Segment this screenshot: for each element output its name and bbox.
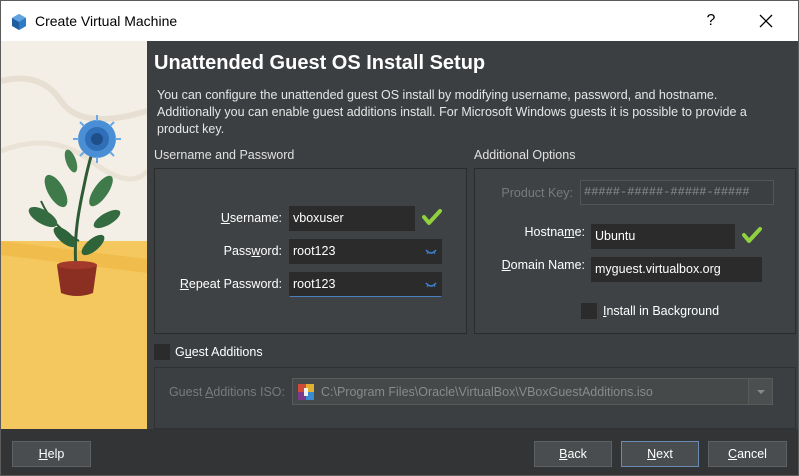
create-vm-dialog: Create Virtual Machine ? Unattended Gues… — [0, 0, 799, 476]
additional-options-group-title: Additional Options — [474, 148, 576, 162]
guest-additions-group: Guest Additions ISO: C:\Program Files\Or… — [154, 367, 796, 429]
product-key-input: #####-#####-#####-##### — [580, 180, 774, 205]
repeat-password-input[interactable]: root123 — [289, 272, 442, 297]
hostname-input[interactable]: Ubuntu — [591, 224, 735, 249]
password-input[interactable]: root123 — [289, 239, 442, 264]
hostname-label: Hostname: — [524, 225, 585, 239]
window-title: Create Virtual Machine — [35, 13, 178, 29]
username-password-group: Username: vboxuser Password: root123 Rep… — [154, 168, 467, 334]
virtualbox-icon — [12, 14, 26, 30]
next-button[interactable]: Next — [621, 441, 699, 467]
wizard-side-artwork — [1, 41, 147, 429]
guest-additions-label[interactable]: Guest Additions — [175, 345, 263, 359]
password-label: Password: — [223, 244, 282, 258]
username-input[interactable]: vboxuser — [289, 206, 415, 231]
close-icon[interactable] — [754, 9, 778, 33]
domain-name-label: Domain Name: — [501, 258, 585, 272]
hostname-valid-checkmark-icon — [742, 227, 762, 243]
title-bar: Create Virtual Machine ? — [1, 1, 798, 41]
repeat-password-eye-icon[interactable] — [425, 281, 437, 289]
page-description: You can configure the unattended guest O… — [157, 88, 747, 136]
password-eye-icon[interactable] — [425, 248, 437, 256]
install-in-background-checkbox[interactable] — [581, 303, 597, 319]
flower-pot-illustration — [1, 41, 147, 429]
page-title: Unattended Guest OS Install Setup — [154, 52, 486, 74]
guest-additions-iso-selector: C:\Program Files\Oracle\VirtualBox\VBoxG… — [292, 378, 773, 405]
context-help-button[interactable]: ? — [699, 9, 723, 33]
guest-additions-checkbox[interactable] — [154, 344, 170, 360]
username-password-group-title: Username and Password — [154, 148, 295, 162]
username-label: Username: — [220, 211, 282, 225]
cancel-button[interactable]: Cancel — [708, 441, 787, 467]
repeat-password-label: Repeat Password: — [179, 277, 282, 291]
help-button[interactable]: Help — [12, 441, 91, 467]
dropdown-arrow-icon — [748, 379, 772, 404]
dialog-footer: Help Back Next Cancel — [1, 429, 798, 475]
back-button[interactable]: Back — [534, 441, 612, 467]
guest-additions-iso-label: Guest Additions ISO: — [168, 385, 285, 399]
wizard-page: Unattended Guest OS Install Setup You ca… — [147, 41, 798, 429]
install-in-background-label[interactable]: Install in Background — [603, 304, 719, 318]
product-key-label: Product Key: — [501, 186, 573, 200]
username-valid-checkmark-icon — [422, 209, 442, 225]
domain-name-input[interactable]: myguest.virtualbox.org — [591, 257, 762, 282]
guest-additions-iso-path: C:\Program Files\Oracle\VirtualBox\VBoxG… — [321, 385, 653, 399]
additional-options-group: Product Key: #####-#####-#####-##### Hos… — [474, 168, 796, 334]
iso-disc-icon — [298, 384, 314, 400]
